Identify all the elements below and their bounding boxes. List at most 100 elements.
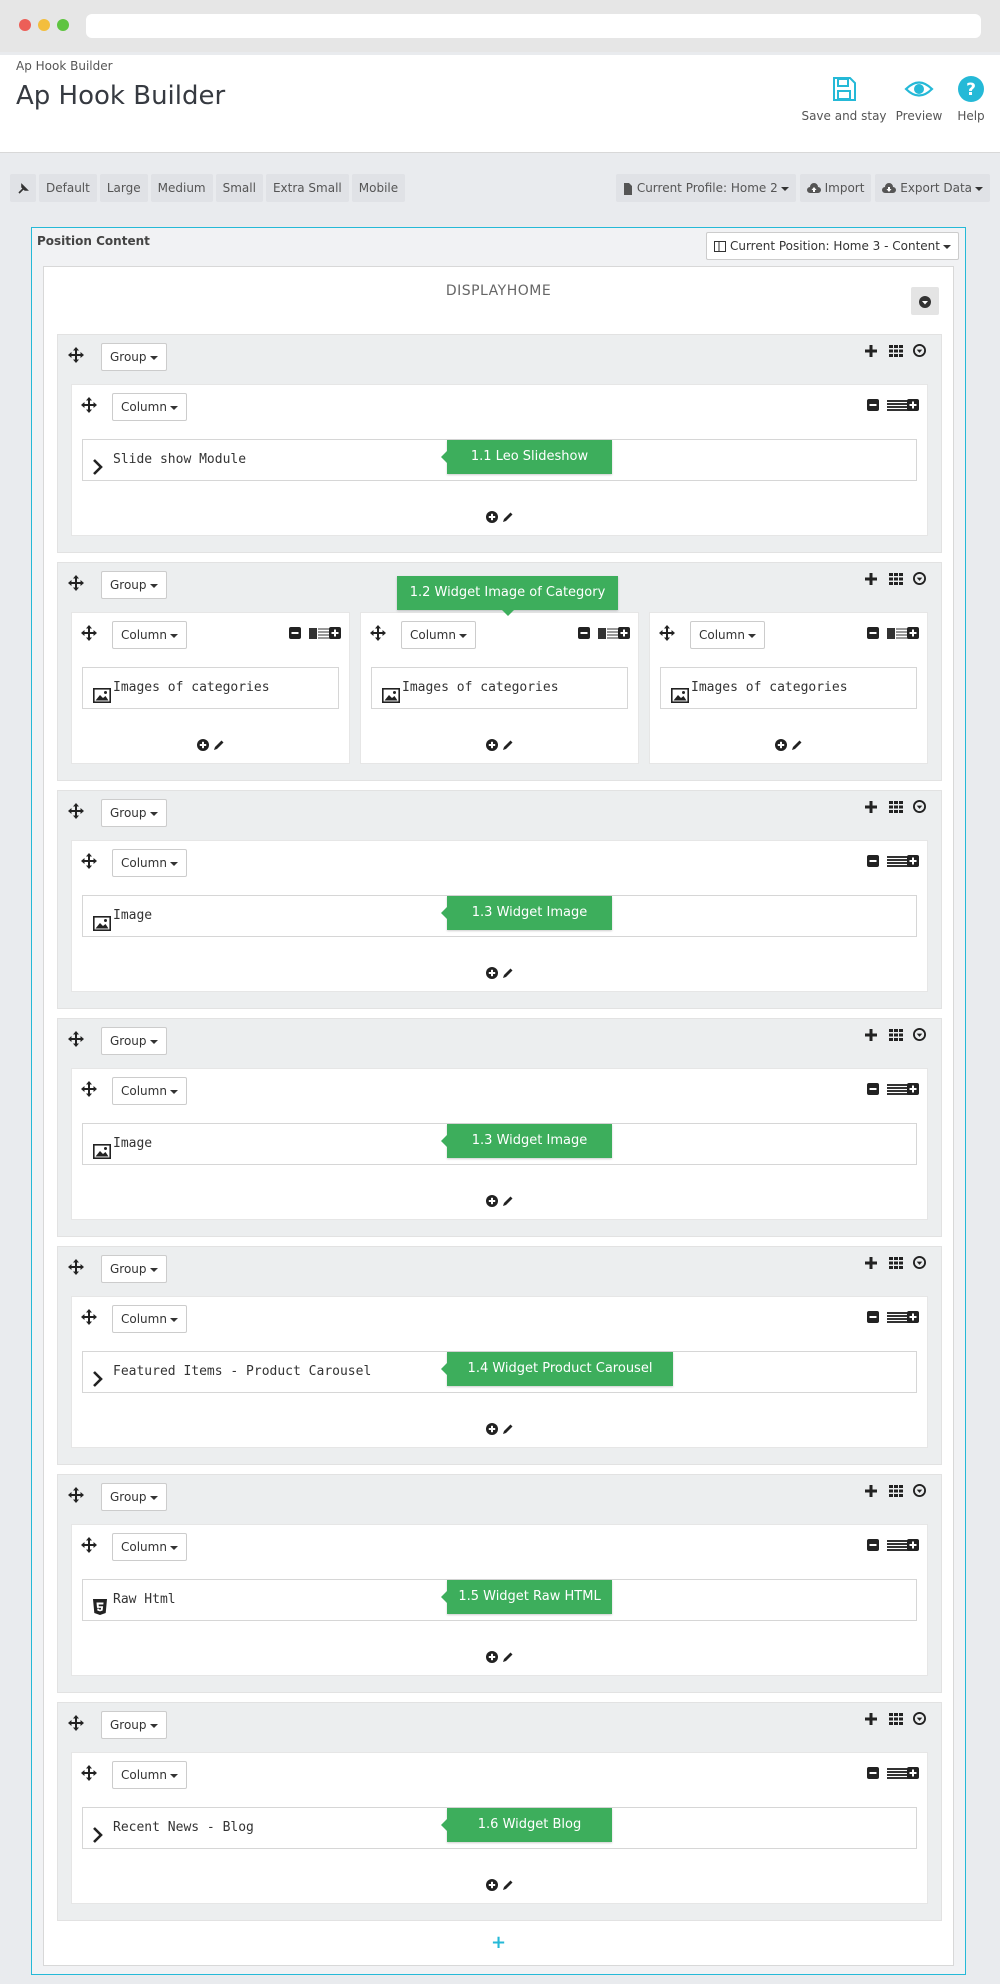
pencil-icon[interactable] (213, 736, 225, 755)
device-mobile-button[interactable]: Mobile (351, 174, 406, 202)
group-move-handle[interactable] (68, 1715, 84, 1735)
plus-square-icon[interactable] (907, 1764, 921, 1779)
device-default-button[interactable]: Default (39, 174, 97, 202)
column-dropdown[interactable]: Column (112, 621, 187, 649)
plus-icon[interactable] (865, 1482, 879, 1497)
minus-square-icon[interactable] (867, 396, 881, 411)
pencil-icon[interactable] (502, 1876, 514, 1895)
plus-circle-icon[interactable] (485, 1420, 498, 1439)
plus-circle-icon[interactable] (485, 508, 498, 527)
column-dropdown[interactable]: Column (112, 1305, 187, 1333)
pencil-icon[interactable] (502, 508, 514, 527)
plus-icon[interactable] (865, 1710, 879, 1725)
grid-icon[interactable] (889, 1026, 903, 1041)
minus-square-icon[interactable] (867, 852, 881, 867)
save-and-stay-button[interactable]: Save and stay (800, 75, 888, 123)
arrow-circle-down-icon[interactable] (913, 1026, 927, 1041)
arrow-circle-down-icon[interactable] (913, 570, 927, 585)
plus-icon[interactable] (865, 342, 879, 357)
device-extra-small-button[interactable]: Extra Small (265, 174, 349, 202)
grid-icon[interactable] (889, 1482, 903, 1497)
widget-item[interactable]: Images of categories (82, 667, 339, 709)
column-dropdown[interactable]: Column (401, 621, 476, 649)
minus-square-icon[interactable] (867, 1764, 881, 1779)
minus-square-icon[interactable] (867, 1080, 881, 1095)
minus-square-icon[interactable] (867, 1308, 881, 1323)
pin-toggle-button[interactable] (10, 174, 36, 202)
column-move-handle[interactable] (81, 625, 97, 645)
plus-square-icon[interactable] (907, 1536, 921, 1551)
device-large-button[interactable]: Large (99, 174, 148, 202)
plus-square-icon[interactable] (907, 1308, 921, 1323)
widget-item[interactable]: Images of categories (660, 667, 917, 709)
column-move-handle[interactable] (370, 625, 386, 645)
plus-icon[interactable] (865, 1254, 879, 1269)
group-move-handle[interactable] (68, 803, 84, 823)
minus-square-icon[interactable] (867, 1536, 881, 1551)
add-group-button[interactable]: + (44, 1932, 953, 1953)
plus-icon[interactable] (865, 570, 879, 585)
group-move-handle[interactable] (68, 575, 84, 595)
plus-circle-icon[interactable] (485, 1192, 498, 1211)
arrow-circle-down-icon[interactable] (913, 1254, 927, 1269)
import-button[interactable]: Import (799, 174, 872, 202)
column-move-handle[interactable] (81, 1537, 97, 1557)
minus-square-icon[interactable] (578, 624, 592, 639)
maximize-window-dot[interactable] (57, 19, 69, 31)
plus-circle-icon[interactable] (196, 736, 209, 755)
arrow-circle-down-icon[interactable] (913, 798, 927, 813)
column-dropdown[interactable]: Column (112, 393, 187, 421)
grid-icon[interactable] (889, 1254, 903, 1269)
plus-square-icon[interactable] (907, 396, 921, 411)
group-dropdown[interactable]: Group (101, 1711, 167, 1739)
column-move-handle[interactable] (659, 625, 675, 645)
widget-item[interactable]: Images of categories (371, 667, 628, 709)
current-profile-dropdown[interactable]: Current Profile: Home 2 (615, 174, 796, 202)
group-dropdown[interactable]: Group (101, 1483, 167, 1511)
plus-circle-icon[interactable] (485, 1648, 498, 1667)
grid-icon[interactable] (889, 798, 903, 813)
preview-button[interactable]: Preview (892, 75, 946, 123)
plus-icon[interactable] (865, 798, 879, 813)
plus-circle-icon[interactable] (485, 736, 498, 755)
plus-square-icon[interactable] (618, 624, 632, 639)
plus-circle-icon[interactable] (774, 736, 787, 755)
pencil-icon[interactable] (502, 736, 514, 755)
group-dropdown[interactable]: Group (101, 571, 167, 599)
pencil-icon[interactable] (502, 1648, 514, 1667)
grid-icon[interactable] (889, 570, 903, 585)
plus-square-icon[interactable] (907, 1080, 921, 1095)
arrow-circle-down-icon[interactable] (913, 1482, 927, 1497)
close-window-dot[interactable] (19, 19, 31, 31)
grid-icon[interactable] (889, 1710, 903, 1725)
pencil-icon[interactable] (502, 1420, 514, 1439)
device-medium-button[interactable]: Medium (150, 174, 213, 202)
column-dropdown[interactable]: Column (112, 1077, 187, 1105)
arrow-circle-down-icon[interactable] (913, 342, 927, 357)
group-move-handle[interactable] (68, 347, 84, 367)
group-dropdown[interactable]: Group (101, 1255, 167, 1283)
column-dropdown[interactable]: Column (690, 621, 765, 649)
column-dropdown[interactable]: Column (112, 849, 187, 877)
group-dropdown[interactable]: Group (101, 1027, 167, 1055)
column-move-handle[interactable] (81, 1309, 97, 1329)
device-small-button[interactable]: Small (215, 174, 263, 202)
column-move-handle[interactable] (81, 1081, 97, 1101)
current-position-dropdown[interactable]: Current Position: Home 3 - Content (706, 232, 959, 260)
plus-circle-icon[interactable] (485, 964, 498, 983)
plus-icon[interactable] (865, 1026, 879, 1041)
plus-square-icon[interactable] (907, 852, 921, 867)
minimize-window-dot[interactable] (38, 19, 50, 31)
address-bar[interactable] (86, 14, 981, 38)
arrow-circle-down-icon[interactable] (913, 1710, 927, 1725)
column-dropdown[interactable]: Column (112, 1761, 187, 1789)
minus-square-icon[interactable] (289, 624, 303, 639)
export-data-dropdown[interactable]: Export Data (875, 174, 990, 202)
column-move-handle[interactable] (81, 853, 97, 873)
plus-square-icon[interactable] (329, 624, 343, 639)
group-move-handle[interactable] (68, 1031, 84, 1051)
hook-collapse-button[interactable] (911, 287, 939, 315)
grid-icon[interactable] (889, 342, 903, 357)
help-button[interactable]: ? Help (950, 75, 992, 123)
plus-square-icon[interactable] (907, 624, 921, 639)
